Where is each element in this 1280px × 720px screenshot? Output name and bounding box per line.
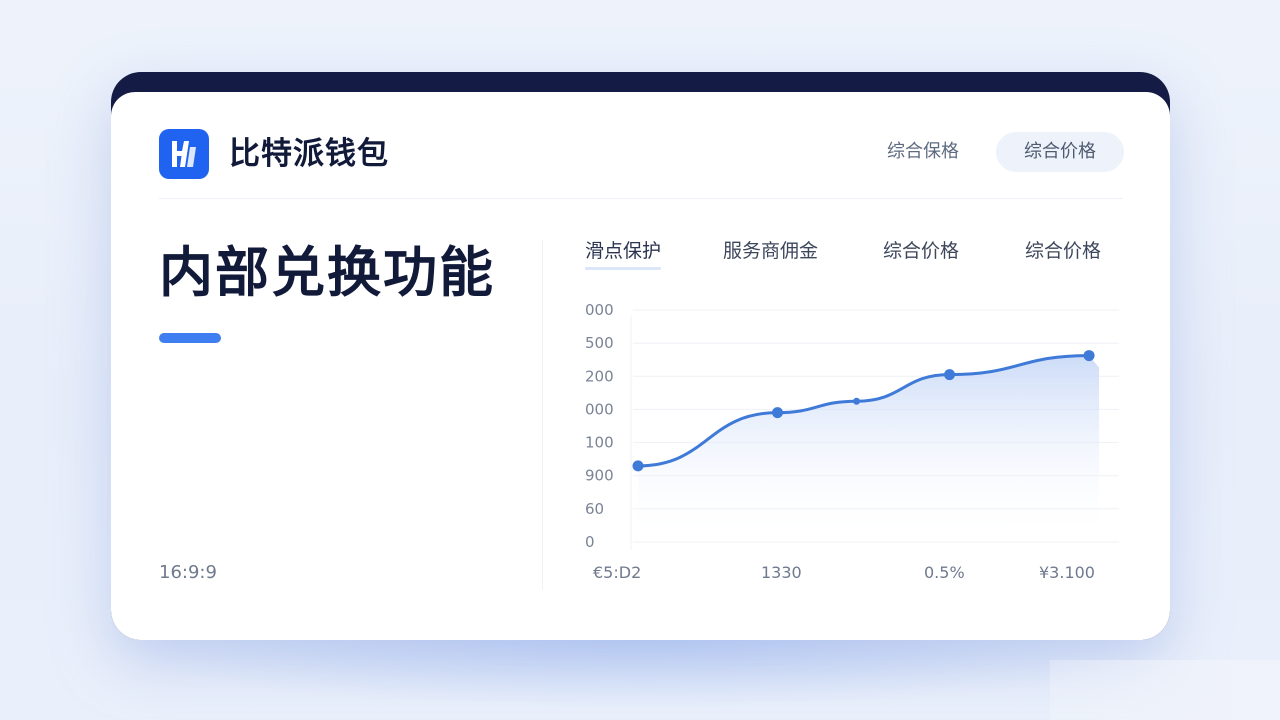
tab-composite-price-2[interactable]: 综合价格	[1025, 237, 1101, 265]
price-chart: 000 500 200 000 100 900 60 0 €5:D2 1330 0.5% ¥3.10…	[585, 301, 1119, 582]
chart-y-tick-label: 200	[585, 367, 614, 385]
chart-data-point[interactable]	[1083, 350, 1095, 362]
chart-y-tick-label: 500	[585, 334, 614, 352]
header-divider	[159, 198, 1123, 199]
chart-y-tick-label: 900	[585, 467, 614, 485]
chart-area-fill	[638, 355, 1100, 542]
brand-name: 比特派钱包	[229, 136, 389, 172]
page-title: 内部兑换功能	[159, 241, 495, 304]
tab-slippage-protection[interactable]: 滑点保护	[585, 237, 661, 265]
chart-data-point[interactable]	[944, 369, 956, 381]
corner-blur	[1050, 660, 1280, 720]
chart-x-tick-label: 1330	[761, 563, 802, 582]
tab-composite-price-1[interactable]: 综合价格	[883, 237, 959, 265]
column-divider	[542, 240, 543, 590]
chart-y-tick-label: 100	[585, 434, 614, 452]
active-tab-indicator	[585, 267, 661, 270]
chart-data-point[interactable]	[632, 460, 644, 472]
nav-pill-composite-price[interactable]: 综合价格	[996, 132, 1124, 172]
timestamp: 16:9:9	[159, 562, 217, 583]
chart-x-tick-label: €5:D2	[593, 563, 641, 582]
wallet-logo-icon[interactable]	[159, 129, 209, 179]
chart-y-tick-label: 000	[585, 400, 614, 418]
chart-y-tick-label: 000	[585, 301, 614, 319]
title-accent-bar	[159, 333, 221, 343]
chart-y-tick-label: 0	[585, 533, 595, 551]
logo-mark-icon	[172, 141, 196, 167]
chart-x-tick-label: 0.5%	[924, 563, 965, 582]
chart-data-point[interactable]	[853, 397, 861, 405]
wallet-card: 比特派钱包 综合保格 综合价格 内部兑换功能 16:9:9 滑点保护 服务商佣金…	[111, 92, 1170, 640]
chart-y-tick-label: 60	[585, 500, 604, 518]
chart-x-tick-label: ¥3.100	[1039, 563, 1095, 582]
chart-data-point[interactable]	[772, 407, 783, 419]
tab-provider-commission[interactable]: 服务商佣金	[723, 237, 818, 265]
nav-link-composite[interactable]: 综合保格	[887, 132, 959, 172]
